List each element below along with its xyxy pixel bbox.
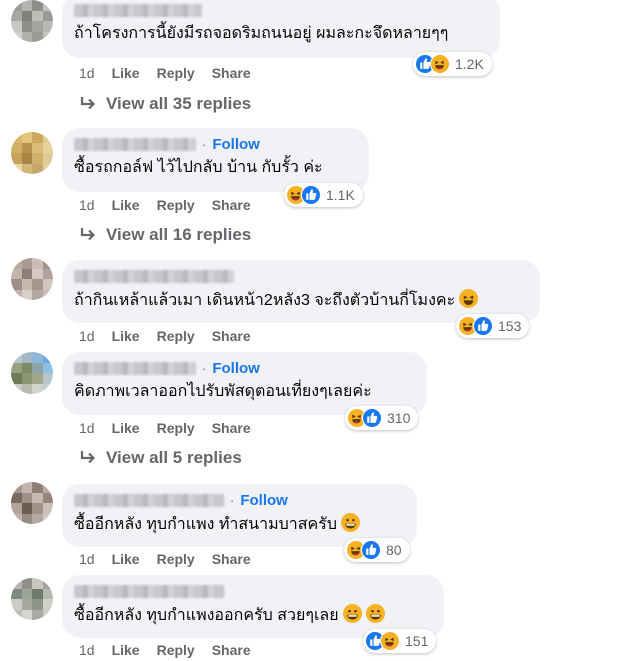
reply-arrow-icon bbox=[80, 97, 96, 110]
share-button[interactable]: Share bbox=[212, 551, 251, 567]
commenter-name[interactable] bbox=[74, 493, 224, 507]
like-button[interactable]: Like bbox=[112, 551, 140, 567]
timestamp[interactable]: 1d bbox=[79, 328, 95, 344]
separator: · bbox=[202, 136, 207, 152]
reaction-summary[interactable]: 151 bbox=[363, 629, 437, 653]
share-button[interactable]: Share bbox=[212, 65, 251, 81]
haha-reaction-icon bbox=[380, 631, 400, 651]
haha-reaction-icon bbox=[430, 54, 450, 74]
reply-button[interactable]: Reply bbox=[157, 551, 195, 567]
like-button[interactable]: Like bbox=[112, 642, 140, 658]
share-button[interactable]: Share bbox=[212, 642, 251, 658]
reaction-count: 310 bbox=[387, 410, 411, 426]
reply-arrow-icon bbox=[80, 228, 96, 241]
commenter-name[interactable] bbox=[74, 584, 224, 598]
comment-text: ซื้ออีกหลัง ทุบกำแพงออกครับ สวยๆเลย bbox=[74, 604, 432, 627]
commenter-name[interactable] bbox=[74, 361, 196, 375]
comment-text: คิดภาพเวลาออกไปรับพัสดุตอนเที่ยงๆเลยค่ะ bbox=[74, 383, 372, 400]
view-replies-link[interactable]: View all 16 replies bbox=[79, 225, 251, 245]
like-button[interactable]: Like bbox=[112, 420, 140, 436]
like-reaction-icon bbox=[473, 316, 493, 336]
commenter-name[interactable] bbox=[74, 137, 196, 151]
reply-button[interactable]: Reply bbox=[157, 642, 195, 658]
grinning-emoji-icon bbox=[365, 604, 385, 623]
comment-text: ซื้อรถกอล์ฟ ไว้ไปกลับ บ้าน กับรั้ว ค่ะ bbox=[74, 159, 323, 176]
like-button[interactable]: Like bbox=[112, 197, 140, 213]
comment-text: ถ้าโครงการนี้ยังมีรถจอดริมถนนอยู่ ผมละกะ… bbox=[74, 25, 449, 42]
reaction-summary[interactable]: 310 bbox=[345, 406, 419, 430]
comment-text-content: ซื้ออีกหลัง ทุบกำแพง ทำสนามบาสครับ bbox=[74, 516, 337, 533]
like-button[interactable]: Like bbox=[112, 328, 140, 344]
grinning-emoji-icon bbox=[342, 604, 362, 623]
like-button[interactable]: Like bbox=[112, 65, 140, 81]
share-button[interactable]: Share bbox=[212, 420, 251, 436]
comment-actions: 1d Like Reply Share bbox=[79, 420, 251, 436]
comment-bubble: ถ้าโครงการนี้ยังมีรถจอดริมถนนอยู่ ผมละกะ… bbox=[62, 0, 500, 58]
view-replies-link[interactable]: View all 5 replies bbox=[79, 448, 242, 468]
avatar[interactable] bbox=[11, 132, 53, 174]
reply-button[interactable]: Reply bbox=[157, 420, 195, 436]
reply-button[interactable]: Reply bbox=[157, 328, 195, 344]
timestamp[interactable]: 1d bbox=[79, 642, 95, 658]
follow-button[interactable]: Follow bbox=[240, 492, 288, 509]
reaction-summary[interactable]: 80 bbox=[344, 538, 410, 562]
comment-actions: 1d Like Reply Share bbox=[79, 551, 251, 567]
reply-button[interactable]: Reply bbox=[157, 65, 195, 81]
follow-button[interactable]: Follow bbox=[212, 360, 260, 377]
view-replies-label: View all 16 replies bbox=[106, 225, 252, 244]
reaction-count: 1.2K bbox=[455, 56, 484, 72]
share-button[interactable]: Share bbox=[212, 197, 251, 213]
reaction-count: 151 bbox=[405, 633, 429, 649]
comment-actions: 1d Like Reply Share bbox=[79, 328, 251, 344]
reaction-count: 153 bbox=[498, 318, 522, 334]
commenter-name[interactable] bbox=[74, 269, 234, 283]
avatar[interactable] bbox=[11, 578, 53, 620]
follow-button[interactable]: Follow bbox=[212, 136, 260, 153]
comment-text: ถ้ากินเหล้าแล้วเมา เดินหน้า2หลัง3 จะถึงต… bbox=[74, 289, 528, 312]
laughing-emoji-icon bbox=[459, 289, 479, 308]
reaction-summary[interactable]: 153 bbox=[456, 314, 530, 338]
comment-actions: 1d Like Reply Share bbox=[79, 65, 251, 81]
timestamp[interactable]: 1d bbox=[79, 551, 95, 567]
avatar[interactable] bbox=[11, 352, 53, 394]
reaction-count: 1.1K bbox=[326, 187, 355, 203]
share-button[interactable]: Share bbox=[212, 328, 251, 344]
comment-actions: 1d Like Reply Share bbox=[79, 197, 251, 213]
comment-text: ซื้ออีกหลัง ทุบกำแพง ทำสนามบาสครับ bbox=[74, 513, 405, 536]
like-reaction-icon bbox=[301, 185, 321, 205]
avatar[interactable] bbox=[11, 258, 53, 300]
view-replies-label: View all 35 replies bbox=[106, 94, 252, 113]
reply-button[interactable]: Reply bbox=[157, 197, 195, 213]
timestamp[interactable]: 1d bbox=[79, 420, 95, 436]
reply-arrow-icon bbox=[80, 451, 96, 464]
comment-actions: 1d Like Reply Share bbox=[79, 642, 251, 658]
reaction-summary[interactable]: 1.2K bbox=[413, 52, 492, 76]
reaction-summary[interactable]: 1.1K bbox=[284, 183, 363, 207]
timestamp[interactable]: 1d bbox=[79, 197, 95, 213]
avatar[interactable] bbox=[11, 482, 53, 524]
view-replies-link[interactable]: View all 35 replies bbox=[79, 94, 251, 114]
avatar[interactable] bbox=[11, 0, 53, 42]
timestamp[interactable]: 1d bbox=[79, 65, 95, 81]
like-reaction-icon bbox=[362, 408, 382, 428]
view-replies-label: View all 5 replies bbox=[106, 448, 242, 467]
comment-text-content: ซื้ออีกหลัง ทุบกำแพงออกครับ สวยๆเลย bbox=[74, 607, 339, 624]
commenter-name[interactable] bbox=[74, 3, 202, 17]
separator: · bbox=[230, 492, 235, 508]
grinning-emoji-icon bbox=[341, 513, 360, 532]
comment-text-content: ถ้ากินเหล้าแล้วเมา เดินหน้า2หลัง3 จะถึงต… bbox=[74, 292, 456, 309]
separator: · bbox=[202, 360, 207, 376]
reaction-count: 80 bbox=[386, 542, 402, 558]
like-reaction-icon bbox=[361, 540, 381, 560]
